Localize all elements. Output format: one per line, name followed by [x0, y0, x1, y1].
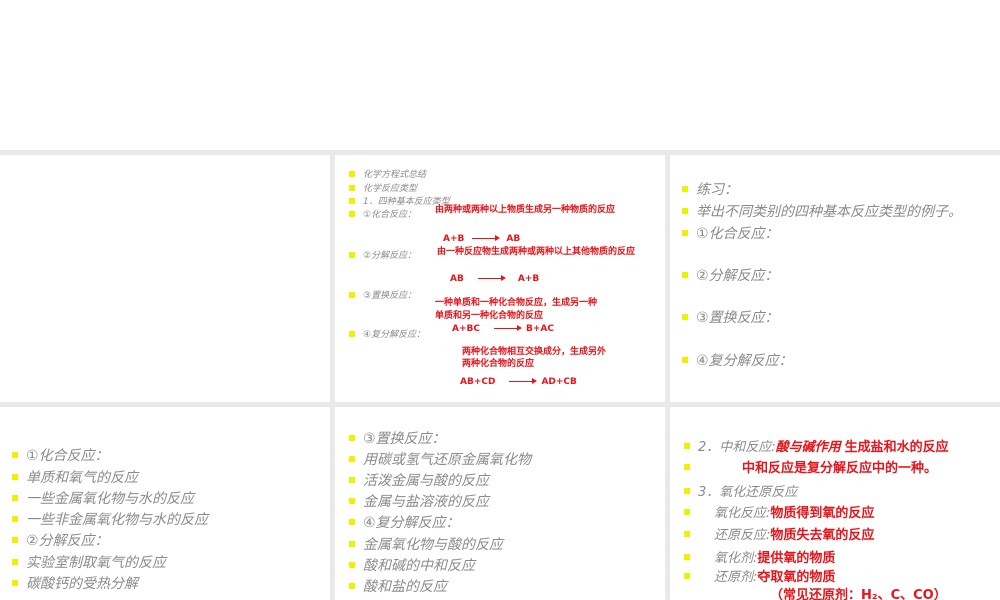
bullet-line: 化学方程式总结 [349, 167, 426, 180]
bullet-line: 还原反应: 物质失去氧的反应 [684, 524, 874, 543]
bullet-line: 还原剂: 夺取氧的物质 [684, 566, 835, 585]
bullet-line: 金属氧化物与酸的反应 [349, 534, 503, 554]
bullet-line: ①化合反应： [12, 445, 109, 465]
bullet-line: 用碳或氢气还原金属氧化物 [349, 449, 531, 469]
bullet-line: ④复分解反应： [349, 512, 460, 532]
bullet-line: ③置换反应： [682, 307, 779, 327]
equation: A+B AB [443, 234, 521, 244]
bullet-line: 举出不同类别的四种基本反应类型的例子。 [682, 201, 962, 221]
bullet-line: 酸和盐的反应 [349, 576, 447, 596]
bullet-line: ③置换反应： [349, 428, 446, 448]
bullet-line: 氧化反应: 物质得到氧的反应 [684, 502, 874, 521]
bullet-line: 酸和碱的中和反应 [349, 555, 475, 575]
bullet-line: 练习： [682, 179, 738, 199]
bullet-line: 氧化剂: 提供氧的物质 [684, 547, 835, 566]
bullet-line: 活泼金属与酸的反应 [349, 470, 489, 490]
slide-thumbnail-blank[interactable] [0, 155, 330, 402]
blank-slide-top [0, 0, 1000, 150]
bullet-line: 一些金属氧化物与水的反应 [12, 488, 194, 508]
bullet-line: ④复分解反应： [682, 350, 793, 370]
definition: 一种单质和一种化合物反应，生成另一种 [435, 298, 598, 308]
bullet-line: 化学反应类型 [349, 181, 417, 194]
slide-reaction-types[interactable]: 化学方程式总结 化学反应类型 1．四种基本反应类型 ①化合反应： 由两种或两种以… [335, 155, 665, 402]
slide-exercise[interactable]: 练习： 举出不同类别的四种基本反应类型的例子。 ①化合反应： ②分解反应： ③置… [670, 155, 1000, 402]
definition: 单质和另一种化合物的反应 [435, 311, 544, 321]
slide-neutralization-redox[interactable]: 2．中和反应: 酸与碱作用 生成盐和水的反应 中和反应是复分解反应中的一种。 3．氧… [670, 407, 1000, 600]
slide-combination-examples[interactable]: ①化合反应： 单质和氧气的反应 一些金属氧化物与水的反应 一些非金属氧化物与水的… [0, 407, 330, 600]
definition: 由一种反应物生成两种或两种以上其他物质的反应 [437, 247, 636, 257]
equation: AB+CD AD+CB [460, 377, 577, 387]
bullet-line: 金属与盐溶液的反应 [349, 491, 489, 511]
bullet-line: ④复分解反应： [349, 327, 425, 340]
bullet-line: 一些非金属氧化物与水的反应 [12, 509, 208, 529]
bullet-line: ③置换反应： [349, 288, 416, 301]
bullet-line: 2．中和反应: 酸与碱作用 生成盐和水的反应 [684, 436, 949, 455]
bullet-line: ①化合反应： [682, 223, 779, 243]
definition: 由两种或两种以上物质生成另一种物质的反应 [435, 205, 616, 215]
bullet-line: 实验室制取氧气的反应 [12, 552, 166, 572]
bullet-line: ②分解反应： [12, 530, 109, 550]
equation: A+BC B+AC [452, 324, 554, 334]
definition: 两种化合物的反应 [462, 359, 535, 369]
bullet-line: 3．氧化还原反应 [684, 481, 797, 500]
bullet-line: 碳酸钙的受热分解 [12, 573, 138, 593]
bullet-line: ②分解反应： [682, 265, 779, 285]
reducers-note: （常见还原剂：H₂、C、CO） [770, 588, 947, 600]
bullet-line: ①化合反应： [349, 207, 416, 220]
bullet-line: 中和反应是复分解反应中的一种。 [684, 457, 937, 476]
equation: AB A+B [450, 274, 540, 284]
bullet-line: 单质和氧气的反应 [12, 467, 138, 487]
slide-replacement-examples[interactable]: ③置换反应： 用碳或氢气还原金属氧化物 活泼金属与酸的反应 金属与盐溶液的反应 … [335, 407, 665, 600]
bullet-line: ②分解反应： [349, 248, 416, 261]
